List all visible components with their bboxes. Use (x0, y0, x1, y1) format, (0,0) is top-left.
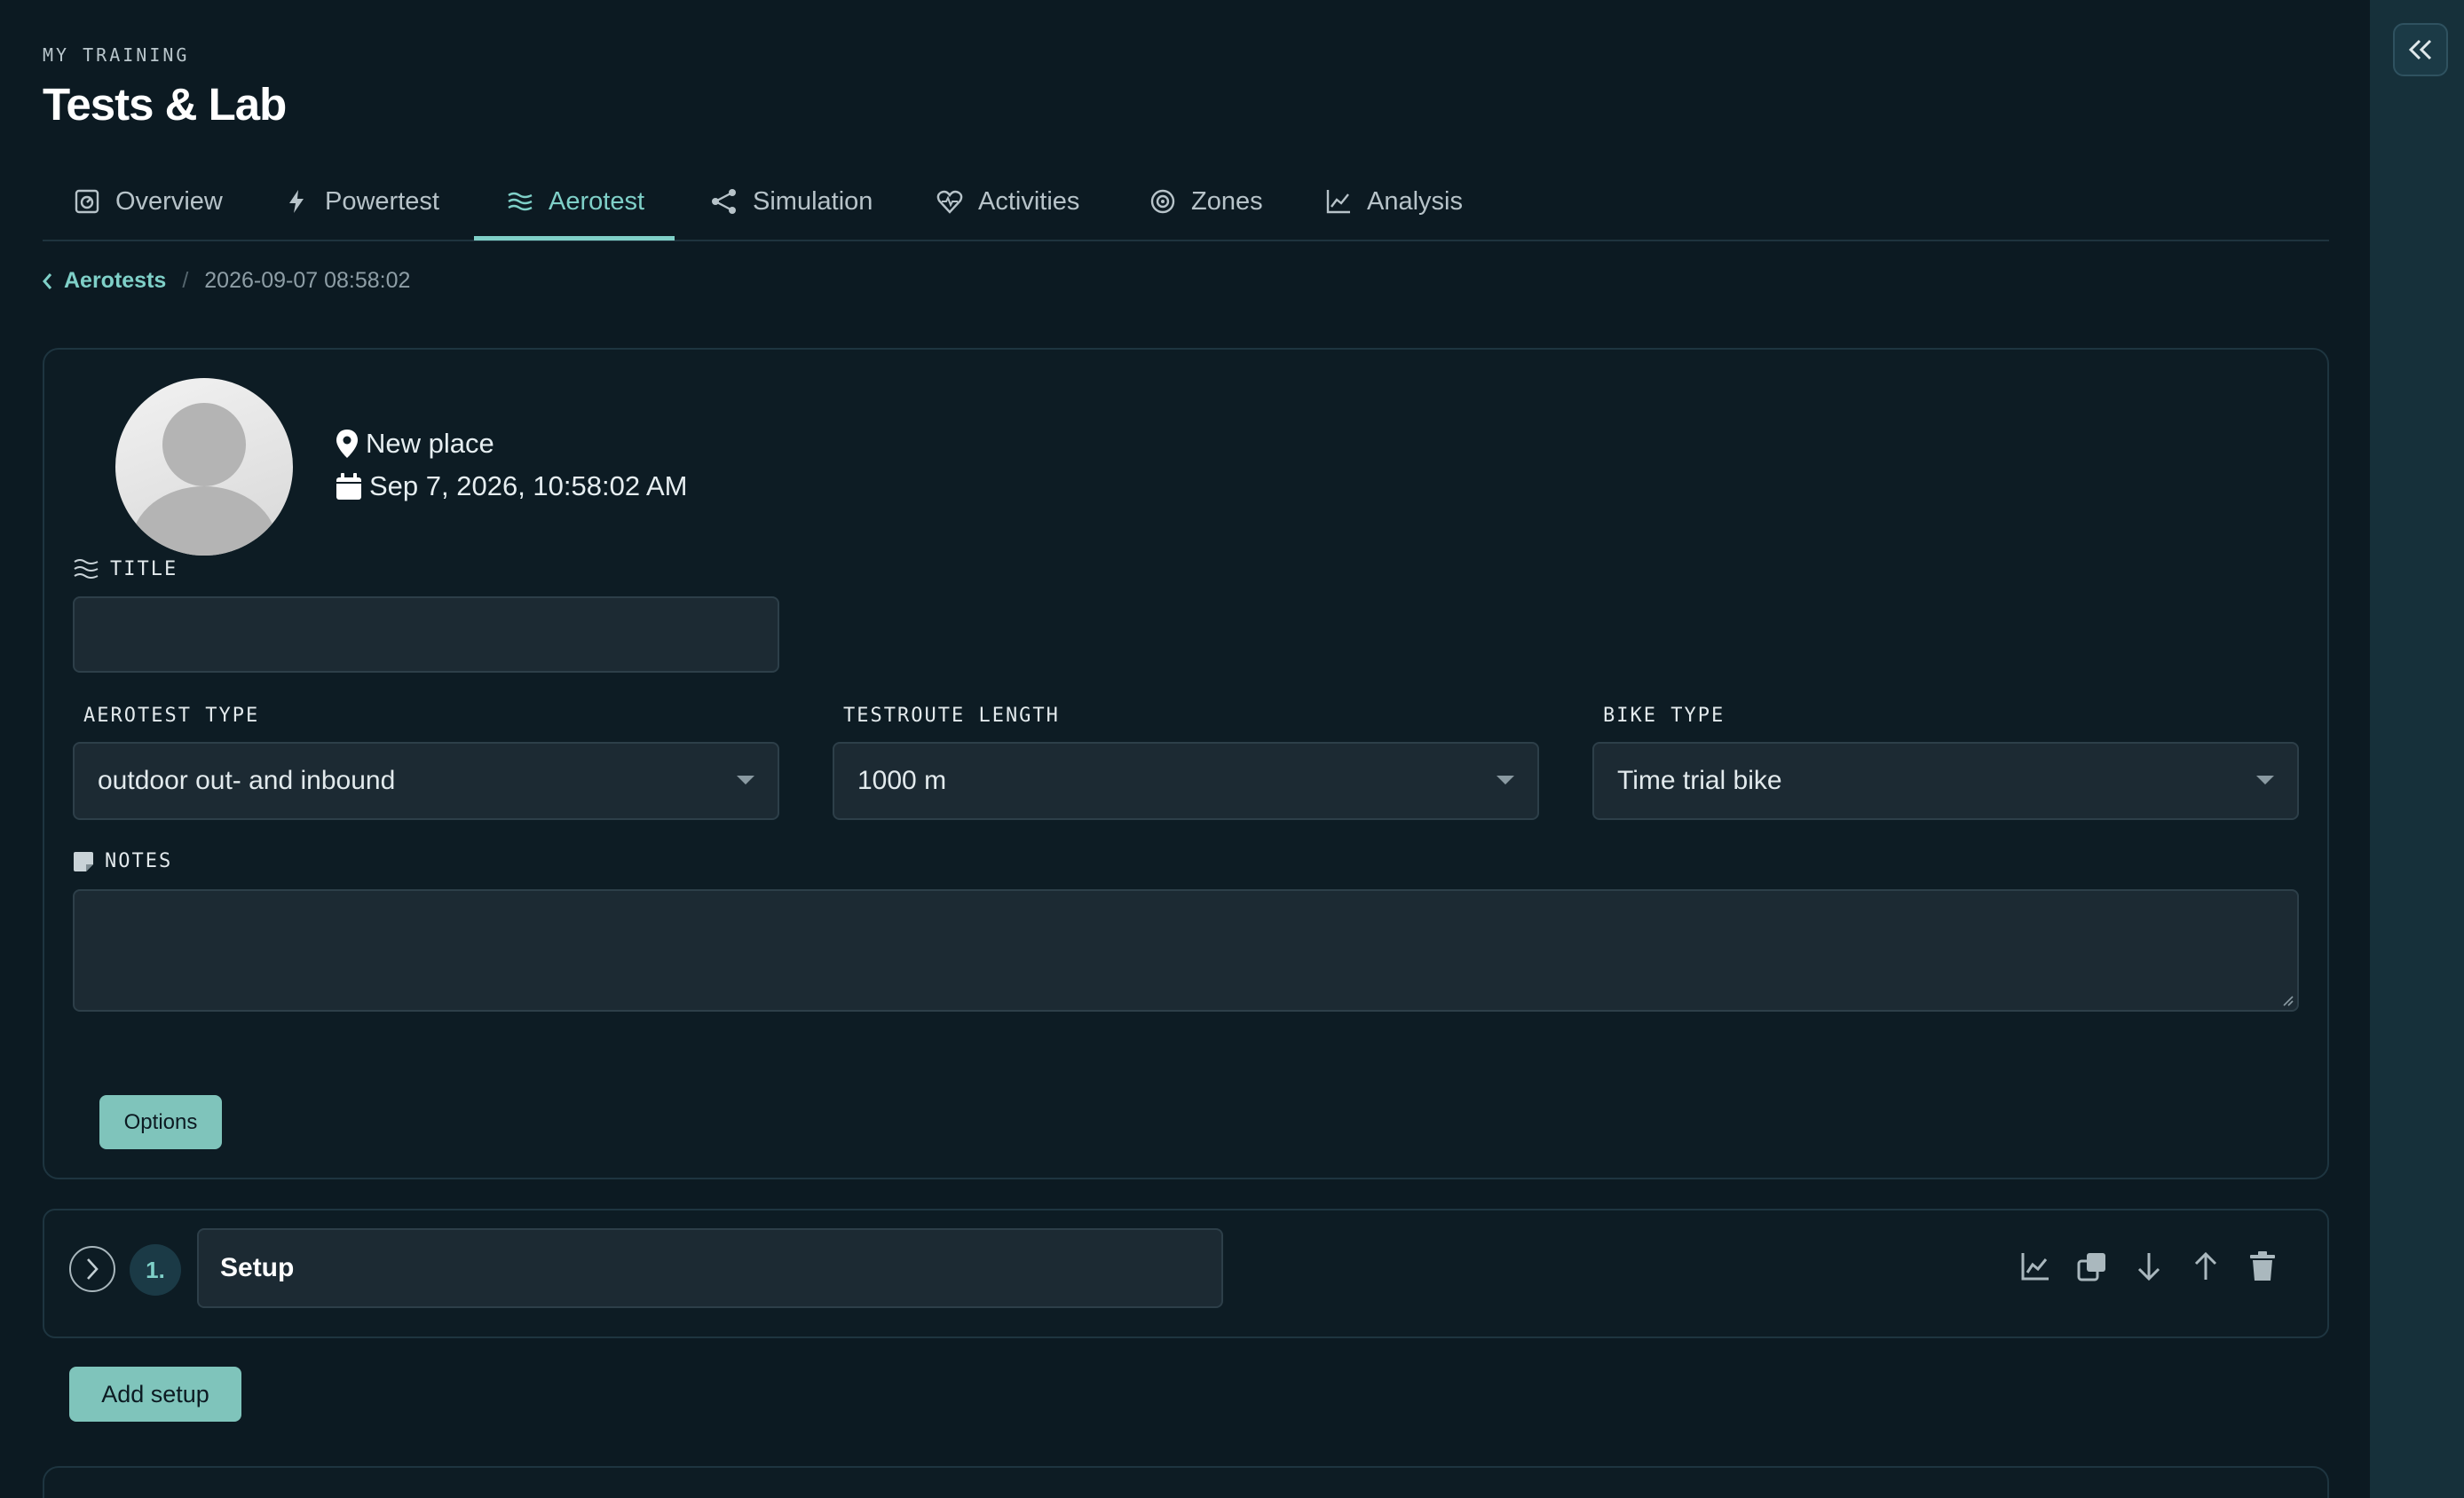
testroute-length-select[interactable]: 1000 m (833, 742, 1539, 820)
tab-bar: Overview Powertest Aerotest Simulation A… (43, 162, 2329, 241)
testroute-length-label: TESTROUTE LENGTH (843, 705, 1060, 727)
calendar-icon (336, 473, 361, 500)
setup-name-input[interactable]: Setup (197, 1228, 1223, 1308)
dropdown-caret-icon (737, 776, 754, 784)
aerotest-type-label: AEROTEST TYPE (83, 705, 260, 727)
lightning-icon (289, 190, 304, 213)
expand-setup-button[interactable] (69, 1246, 115, 1292)
add-setup-button[interactable]: Add setup (69, 1367, 241, 1422)
notes-label-text: NOTES (105, 850, 173, 872)
arrow-up-icon[interactable] (2189, 1250, 2223, 1283)
section-eyebrow: MY TRAINING (43, 44, 190, 66)
breadcrumb-parent: Aerotests (64, 268, 167, 293)
main-area: MY TRAINING Tests & Lab Overview Powerte… (0, 0, 2370, 1498)
setup-actions (2018, 1250, 2279, 1283)
title-input[interactable] (73, 596, 779, 673)
next-section-card (43, 1466, 2329, 1498)
active-tab-indicator (474, 236, 675, 240)
tab-label: Activities (978, 186, 1080, 216)
avatar-head-shape (162, 403, 246, 486)
title-label: TITLE (73, 557, 178, 580)
double-chevron-left-icon (2408, 39, 2432, 60)
bike-type-label: BIKE TYPE (1603, 705, 1726, 727)
tab-analysis[interactable]: Analysis (1324, 162, 1463, 241)
aerotest-type-value: outdoor out- and inbound (98, 766, 396, 795)
bike-type-select[interactable]: Time trial bike (1592, 742, 2299, 820)
tab-aerotest[interactable]: Aerotest (506, 162, 644, 241)
setup-number-badge: 1. (130, 1244, 181, 1296)
test-datetime: Sep 7, 2026, 10:58:02 AM (336, 470, 688, 502)
line-chart-icon (1326, 190, 1350, 214)
wind-icon (508, 192, 533, 211)
dropdown-caret-icon (1497, 776, 1514, 784)
bike-type-value: Time trial bike (1617, 766, 1782, 795)
arrow-down-icon[interactable] (2132, 1250, 2166, 1283)
notes-textarea[interactable] (73, 889, 2299, 1012)
tab-label: Simulation (753, 186, 873, 216)
sticky-note-icon (74, 851, 93, 871)
avatar[interactable] (115, 378, 293, 556)
test-place: New place (336, 428, 494, 460)
share-nodes-icon (712, 189, 736, 214)
testroute-length-value: 1000 m (857, 766, 947, 795)
breadcrumb-separator: / (182, 268, 189, 293)
breadcrumb-back-link[interactable]: Aerotests (41, 268, 166, 294)
chevron-right-icon (87, 1258, 99, 1280)
chart-icon[interactable] (2018, 1250, 2052, 1283)
right-sidebar (2370, 0, 2464, 1498)
tab-powertest[interactable]: Powertest (282, 162, 439, 241)
datetime-text: Sep 7, 2026, 10:58:02 AM (369, 470, 688, 501)
aerotest-type-select[interactable]: outdoor out- and inbound (73, 742, 779, 820)
wind-icon (74, 559, 99, 579)
tab-label: Aerotest (549, 186, 644, 216)
avatar-body-shape (131, 486, 277, 556)
breadcrumb: Aerotests / 2026-09-07 08:58:02 (41, 268, 410, 294)
tab-label: Overview (115, 186, 223, 216)
heart-pulse-icon (936, 190, 963, 214)
notes-label: NOTES (73, 850, 172, 872)
map-pin-icon (336, 430, 358, 458)
tab-label: Analysis (1367, 186, 1463, 216)
trash-icon[interactable] (2246, 1250, 2279, 1283)
tab-activities[interactable]: Activities (936, 162, 1079, 241)
tab-overview[interactable]: Overview (73, 162, 223, 241)
tab-label: Powertest (325, 186, 439, 216)
options-button[interactable]: Options (99, 1095, 222, 1149)
resize-grip-icon[interactable] (2281, 994, 2294, 1006)
tab-simulation[interactable]: Simulation (710, 162, 873, 241)
breadcrumb-current: 2026-09-07 08:58:02 (204, 268, 411, 293)
title-label-text: TITLE (110, 557, 178, 580)
tab-zones[interactable]: Zones (1149, 162, 1263, 241)
gauge-icon (75, 189, 99, 214)
place-text: New place (366, 428, 494, 459)
page-title: Tests & Lab (43, 79, 287, 130)
chevron-left-icon (43, 272, 52, 289)
tab-label: Zones (1191, 186, 1263, 216)
collapse-sidebar-button[interactable] (2393, 23, 2448, 76)
dropdown-caret-icon (2256, 776, 2274, 784)
target-icon (1150, 189, 1175, 214)
copy-icon[interactable] (2075, 1250, 2109, 1283)
